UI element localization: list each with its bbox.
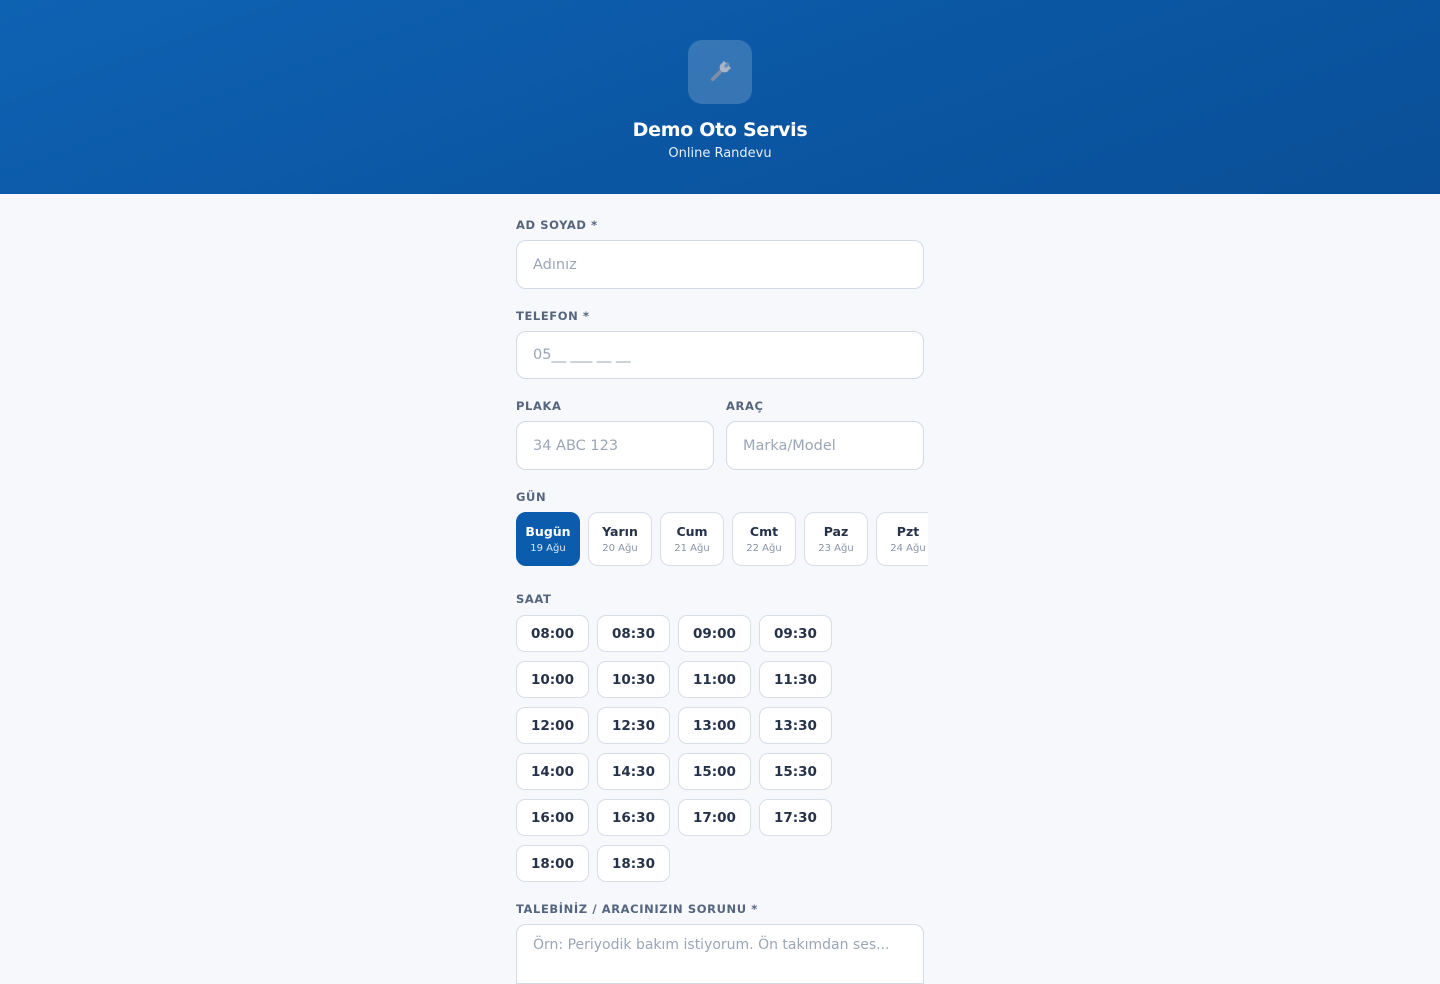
- appointment-form: AD SOYAD * TELEFON * PLAKA ARAÇ GÜN Bugü…: [516, 194, 928, 984]
- day-option[interactable]: Pzt 24 Ağu: [876, 512, 928, 566]
- time-label: SAAT: [516, 592, 552, 606]
- day-option[interactable]: Cmt 22 Ağu: [732, 512, 796, 566]
- phone-label: TELEFON *: [516, 309, 590, 323]
- time-slot[interactable]: 13:00: [677, 707, 751, 744]
- day-date: 24 Ağu: [890, 543, 926, 554]
- vehicle-input[interactable]: [726, 421, 924, 470]
- time-slot[interactable]: 10:30: [596, 661, 670, 698]
- name-input[interactable]: [516, 240, 924, 289]
- day-options: Bugün 19 Ağu Yarın 20 Ağu Cum 21 Ağu Cmt 22 Ağu…: [516, 512, 928, 566]
- time-slot[interactable]: 13:30: [758, 707, 832, 744]
- business-title: Demo Oto Servis: [632, 119, 808, 141]
- time-slot[interactable]: 14:00: [516, 753, 589, 790]
- wrench-icon: [710, 60, 732, 82]
- day-option[interactable]: Bugün 19 Ağu: [516, 512, 580, 566]
- day-date: 22 Ağu: [746, 543, 782, 554]
- time-slot[interactable]: 18:30: [596, 845, 670, 882]
- day-date: 21 Ağu: [674, 543, 710, 554]
- day-picker: Bugün 19 Ağu Yarın 20 Ağu Cum 21 Ağu Cmt 22 Ağu…: [516, 512, 928, 568]
- vehicle-label: ARAÇ: [726, 399, 764, 413]
- logo-box: [688, 40, 752, 104]
- day-option[interactable]: Paz 23 Ağu: [804, 512, 868, 566]
- time-slot[interactable]: 09:00: [677, 615, 751, 652]
- day-date: 23 Ağu: [818, 543, 854, 554]
- time-slot[interactable]: 16:00: [516, 799, 589, 836]
- vehicle-field: ARAÇ: [726, 399, 924, 470]
- time-slot[interactable]: 14:30: [596, 753, 670, 790]
- day-name: Cmt: [749, 524, 779, 539]
- request-label: TALEBİNİZ / ARACINIZIN SORUNU *: [516, 902, 758, 916]
- time-slot[interactable]: 11:30: [758, 661, 832, 698]
- day-option[interactable]: Cum 21 Ağu: [660, 512, 724, 566]
- time-slot[interactable]: 16:30: [596, 799, 670, 836]
- day-name: Cum: [676, 524, 708, 539]
- time-slot[interactable]: 09:30: [758, 615, 832, 652]
- time-slot[interactable]: 11:00: [677, 661, 751, 698]
- day-name: Yarın: [602, 524, 638, 539]
- time-slot[interactable]: 18:00: [516, 845, 589, 882]
- business-subtitle: Online Randevu: [668, 146, 772, 161]
- time-slot[interactable]: 10:00: [516, 661, 589, 698]
- time-slots: 08:00 08:30 09:00 09:30 10:00 10:30 11:00 11:30…: [516, 615, 906, 882]
- header-banner: Demo Oto Servis Online Randevu: [0, 0, 1440, 194]
- day-name: Paz: [823, 524, 849, 539]
- day-label: GÜN: [516, 490, 547, 504]
- time-slot[interactable]: 17:30: [758, 799, 832, 836]
- name-label: AD SOYAD *: [516, 218, 598, 232]
- day-date: 20 Ağu: [602, 543, 638, 554]
- time-slot[interactable]: 15:00: [677, 753, 751, 790]
- time-slot[interactable]: 12:00: [516, 707, 589, 744]
- day-option[interactable]: Yarın 20 Ağu: [588, 512, 652, 566]
- plate-field: PLAKA: [516, 399, 714, 470]
- day-date: 19 Ağu: [530, 543, 566, 554]
- request-textarea[interactable]: Örn: Periyodik bakım istiyorum. Ön takım…: [516, 924, 924, 984]
- phone-input[interactable]: [516, 331, 924, 379]
- time-slot[interactable]: 17:00: [677, 799, 751, 836]
- time-slot[interactable]: 15:30: [758, 753, 832, 790]
- day-name: Pzt: [896, 524, 920, 539]
- time-slot[interactable]: 08:00: [516, 615, 589, 652]
- plate-label: PLAKA: [516, 399, 562, 413]
- plate-vehicle-row: PLAKA ARAÇ: [516, 399, 924, 470]
- request-placeholder: Örn: Periyodik bakım istiyorum. Ön takım…: [533, 937, 890, 953]
- plate-input[interactable]: [516, 421, 714, 470]
- time-slot[interactable]: 08:30: [596, 615, 670, 652]
- time-slot[interactable]: 12:30: [596, 707, 670, 744]
- day-name: Bugün: [525, 524, 571, 539]
